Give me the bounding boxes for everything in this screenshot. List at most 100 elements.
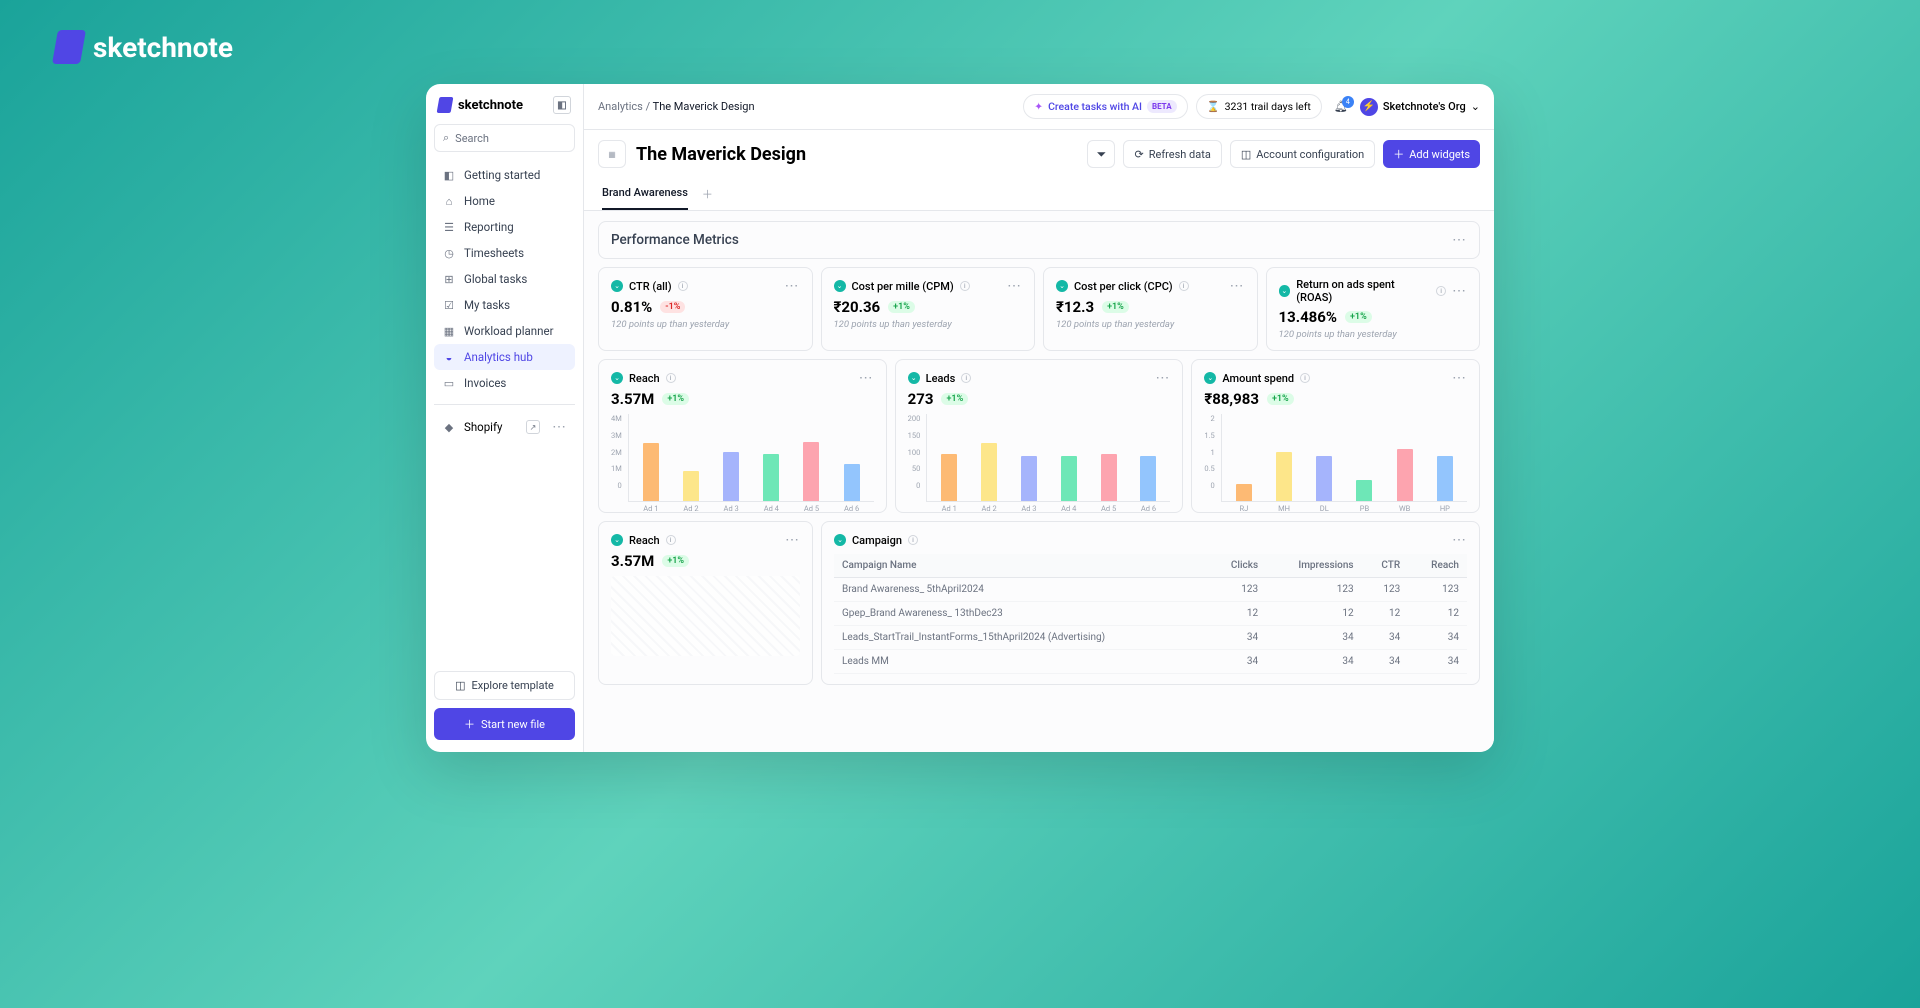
card-more-button[interactable]: ⋯ [1155,370,1170,386]
refresh-data-button[interactable]: ⟳ Refresh data [1123,140,1221,168]
explore-label: Explore template [472,679,554,692]
metric-value: ₹12.3 [1056,298,1094,316]
template-icon: ◫ [455,679,465,692]
sidebar-item-analytics-hub[interactable]: ◒Analytics hub [434,344,575,370]
cell-reach: 34 [1408,650,1467,674]
cell-clicks: 123 [1208,578,1266,602]
info-icon[interactable]: i [678,281,688,291]
chart-title: Amount spend [1222,372,1294,385]
add-widgets-button[interactable]: ＋ Add widgets [1383,140,1480,168]
info-icon[interactable]: i [1436,286,1446,296]
card-more-button[interactable]: ⋯ [1452,370,1467,386]
chart-bar: Ad 5 [1089,454,1129,501]
breadcrumb-sep: / [646,100,653,113]
y-tick: 50 [908,464,921,473]
card-more-button[interactable]: ⋯ [1230,278,1245,294]
metric-delta: +1% [1102,301,1129,313]
trial-days-pill[interactable]: ⌛ 3231 trail days left [1196,94,1322,119]
y-tick: 0.5 [1204,464,1214,473]
refresh-label: Refresh data [1149,148,1211,161]
chart-y-axis: 21.510.50 [1204,414,1216,502]
info-icon[interactable]: i [666,373,676,383]
info-icon[interactable]: i [1300,373,1310,383]
cell-clicks: 12 [1208,602,1266,626]
chart-bar: PB [1344,480,1384,501]
info-icon[interactable]: i [1179,281,1189,291]
reach-map-value: 3.57M [611,552,654,570]
table-row[interactable]: Leads_StartTrail_InstantForms_15thApril2… [834,626,1467,650]
bar-label: Ad 4 [1061,504,1076,513]
config-label: Account configuration [1256,148,1364,161]
shopify-link[interactable]: ◆ Shopify ↗ ⋯ [434,413,575,441]
sidebar-collapse-button[interactable]: ◧ [553,96,571,114]
chart-delta: +1% [941,393,968,405]
add-tab-button[interactable]: ＋ [702,178,713,210]
sidebar-item-getting-started[interactable]: ◧Getting started [434,162,575,188]
bar-label: DL [1320,504,1329,513]
section-more-button[interactable]: ⋯ [1452,232,1467,248]
explore-template-button[interactable]: ◫ Explore template [434,671,575,700]
tab-brand-awareness[interactable]: Brand Awareness [602,178,688,210]
account-config-button[interactable]: ◫ Account configuration [1230,140,1375,168]
shopify-more-icon[interactable]: ⋯ [552,419,567,435]
bar [1236,484,1252,502]
bar [763,454,779,501]
brand-logo-text: sketchnote [93,31,233,64]
create-tasks-ai-button[interactable]: ✦ Create tasks with AI BETA [1023,94,1187,119]
search-icon: ⌕ [443,131,449,145]
brand-logo-icon [52,30,86,64]
cell-name: Leads_StartTrail_InstantForms_15thApril2… [834,626,1208,650]
sidebar-item-invoices[interactable]: ▭Invoices [434,370,575,396]
topbar: Analytics / The Maverick Design ✦ Create… [584,84,1494,130]
table-row[interactable]: Gpep_Brand Awareness_ 13thDec23 12 12 12… [834,602,1467,626]
sidebar-item-reporting[interactable]: ☰Reporting [434,214,575,240]
sidebar-item-timesheets[interactable]: ◷Timesheets [434,240,575,266]
campaign-table: Campaign NameClicksImpressionsCTRReach B… [834,554,1467,674]
table-header: Impressions [1266,554,1361,578]
info-icon[interactable]: i [666,535,676,545]
start-new-file-button[interactable]: ＋ Start new file [434,708,575,740]
chart-bar: Ad 2 [671,471,711,501]
nav-label: Workload planner [464,324,553,338]
card-more-button[interactable]: ⋯ [1452,283,1467,299]
config-icon: ◫ [1241,148,1251,161]
sidebar-item-workload-planner[interactable]: ▦ Workload planner [434,318,575,344]
metric-bullet-icon: ⌄ [1056,280,1068,292]
sidebar-logo-icon [437,97,454,113]
info-icon[interactable]: i [961,373,971,383]
plus-icon: ＋ [464,716,475,732]
y-tick: 1 [1204,448,1214,457]
notifications-button[interactable]: 🔔︎ 4 [1330,100,1352,113]
chart-bar: DL [1304,456,1344,502]
sidebar-item-global-tasks[interactable]: ⊞Global tasks [434,266,575,292]
chart-value: 3.57M [611,390,654,408]
org-switcher[interactable]: ⚡ Sketchnote's Org ⌄ [1360,98,1480,116]
chart-card: ⌄ Reach i ⋯ 3.57M +1% 4M3M2M1M0 Ad 1 Ad … [598,359,887,513]
sidebar-item-my-tasks[interactable]: ☑My tasks [434,292,575,318]
search-input[interactable]: ⌕ Search [434,124,575,152]
table-row[interactable]: Leads MM 34 34 34 34 [834,650,1467,674]
metric-value: ₹20.36 [834,298,881,316]
cell-impressions: 12 [1266,602,1361,626]
external-link-icon: ↗ [526,420,540,434]
card-more-button[interactable]: ⋯ [859,370,874,386]
info-icon[interactable]: i [960,281,970,291]
shopify-label: Shopify [464,420,502,434]
metric-delta: -1% [660,301,685,313]
card-more-button[interactable]: ⋯ [1007,278,1022,294]
sidebar-item-home[interactable]: ⌂Home [434,188,575,214]
chart-value: 273 [908,390,934,408]
y-tick: 200 [908,414,921,423]
card-more-button[interactable]: ⋯ [785,532,800,548]
card-more-button[interactable]: ⋯ [1452,532,1467,548]
bar-label: Ad 5 [1101,504,1116,513]
bar-label: Ad 6 [1141,504,1156,513]
table-row[interactable]: Brand Awareness_ 5thApril2024 123 123 12… [834,578,1467,602]
breadcrumb-root[interactable]: Analytics [598,100,643,113]
main-content: Analytics / The Maverick Design ✦ Create… [584,84,1494,752]
filter-button[interactable]: ⏷ [1087,140,1115,168]
reach-map-card: ⌄ Reach i ⋯ 3.57M +1% [598,521,813,685]
info-icon[interactable]: i [908,535,918,545]
nav-icon: ▦ [442,324,456,338]
card-more-button[interactable]: ⋯ [785,278,800,294]
